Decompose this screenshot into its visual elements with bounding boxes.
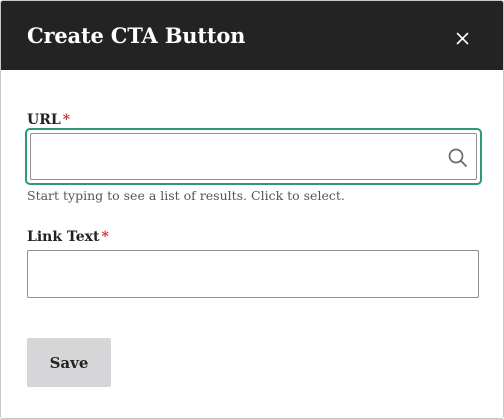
search-icon[interactable] [447, 147, 469, 169]
required-marker: * [62, 112, 71, 128]
url-input[interactable] [30, 133, 477, 180]
dialog-title: Create CTA Button [27, 23, 246, 48]
dialog-header: Create CTA Button [1, 1, 503, 70]
close-icon [456, 32, 468, 44]
create-cta-dialog: Create CTA Button URL * Start typing to s… [0, 0, 504, 419]
url-focus-ring [25, 128, 482, 185]
url-label: URL * [27, 112, 70, 128]
link-text-label-text: Link Text [27, 229, 100, 245]
url-label-text: URL [27, 112, 61, 128]
link-text-input[interactable] [27, 250, 479, 298]
link-text-label: Link Text * [27, 229, 109, 245]
required-marker: * [101, 229, 109, 245]
save-button[interactable]: Save [27, 338, 111, 387]
url-help-text: Start typing to see a list of results. C… [27, 188, 345, 203]
close-button[interactable] [449, 25, 475, 51]
